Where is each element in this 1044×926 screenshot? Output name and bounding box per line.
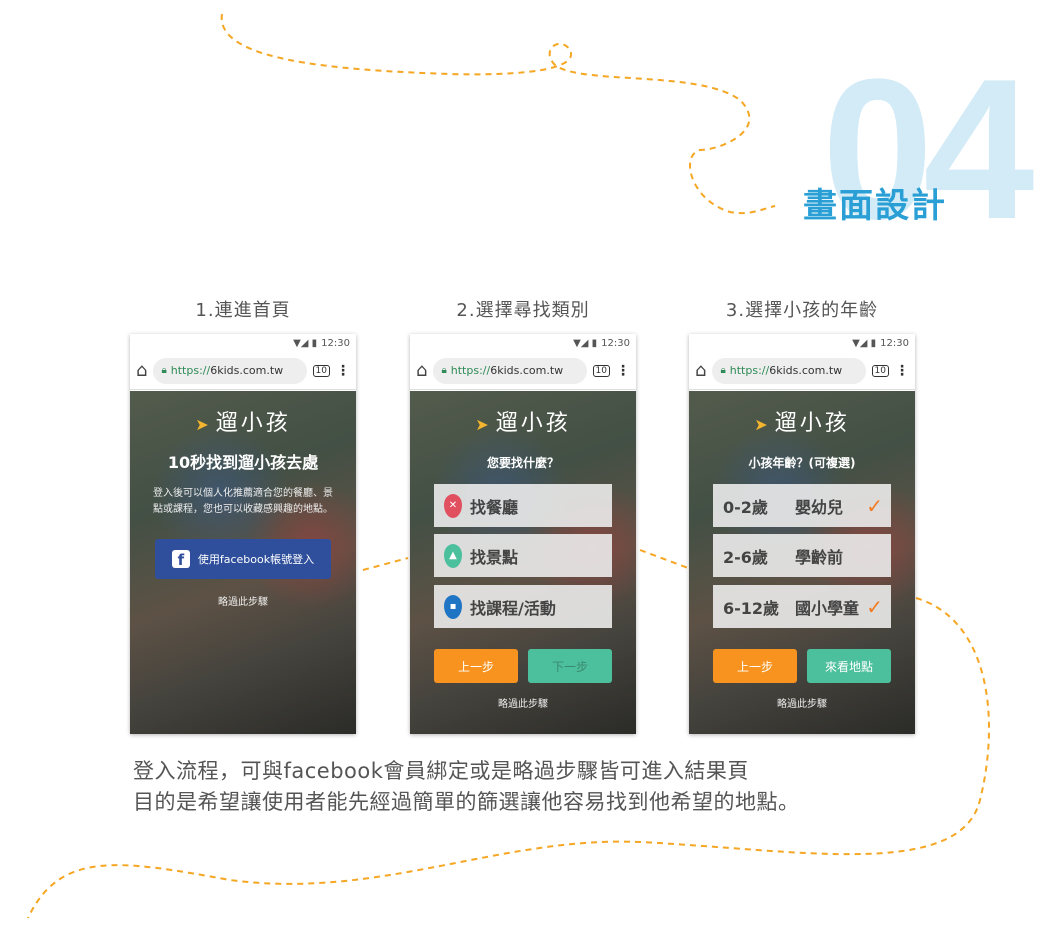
app-content: ➤ 遛小孩 您要找什麼？ ✕ 找餐廳 ▲ 找景點 ▪ 找課程/活動 上一步 下一步 略過… <box>410 391 636 734</box>
url-host: 6kids.com.tw <box>210 364 284 377</box>
clock: 12:30 <box>601 337 630 349</box>
age-option-6-12[interactable]: 6-12歲 國小學童 ✓ <box>713 585 891 628</box>
skip-link[interactable]: 略過此步驟 <box>130 593 356 608</box>
url-field[interactable]: 🔒︎ https://6kids.com.tw <box>712 357 866 384</box>
clock: 12:30 <box>321 337 350 349</box>
url-field[interactable]: 🔒︎ https://6kids.com.tw <box>433 357 587 384</box>
lock-icon: 🔒︎ <box>720 365 726 376</box>
option-restaurant[interactable]: ✕ 找餐廳 <box>434 484 612 527</box>
tab-count-button[interactable]: 10 <box>312 364 330 377</box>
age-range: 2-6歲 <box>723 547 768 567</box>
skip-link[interactable]: 略過此步驟 <box>410 695 636 710</box>
description: 登入後可以個人化推薦適合您的餐廳、景點或課程，您也可以收藏感興趣的地點。 <box>153 488 333 515</box>
scenery-pin-icon: ▲ <box>444 543 462 568</box>
age-label: 國小學童 <box>795 598 860 618</box>
footer-line-1: 登入流程，可與facebook會員綁定或是略過步驟皆可進入結果頁 <box>133 759 749 783</box>
home-icon[interactable]: ⌂ <box>136 360 147 381</box>
option-label: 找景點 <box>470 547 519 567</box>
age-option-2-6[interactable]: 2-6歲 學齡前 <box>713 534 891 577</box>
skip-link[interactable]: 略過此步驟 <box>689 695 915 710</box>
option-label: 找課程/活動 <box>470 598 556 618</box>
app-logo: ➤ 遛小孩 <box>130 405 356 437</box>
check-icon: ✓ <box>866 594 883 619</box>
app-content: ➤ 遛小孩 小孩年齡？(可複選) 0-2歲 嬰幼兒 ✓ 2-6歲 學齡前 6-12歲 國小… <box>689 391 915 734</box>
caption-1: 1.連進首頁 <box>195 300 291 321</box>
status-bar: ▼◢ ▮ 12:30 <box>130 334 356 352</box>
option-scenery[interactable]: ▲ 找景點 <box>434 534 612 577</box>
wifi-icon: ▼◢ ▮ <box>852 337 877 349</box>
status-bar: ▼◢ ▮ 12:30 <box>410 334 636 352</box>
tab-count-button[interactable]: 10 <box>871 364 889 377</box>
phone-screen-age: ▼◢ ▮ 12:30 ⌂ 🔒︎ https://6kids.com.tw 10 ⋮ … <box>689 334 915 734</box>
app-logo: ➤ 遛小孩 <box>410 405 636 437</box>
url-host: 6kids.com.tw <box>490 364 564 377</box>
age-label: 學齡前 <box>795 547 844 567</box>
restaurant-pin-icon: ✕ <box>444 493 462 518</box>
more-menu-icon[interactable]: ⋮ <box>616 363 630 379</box>
app-logo: ➤ 遛小孩 <box>689 405 915 437</box>
fb-button-label: 使用facebook帳號登入 <box>197 553 315 566</box>
more-menu-icon[interactable]: ⋮ <box>336 363 350 379</box>
lock-icon: 🔒︎ <box>441 365 447 376</box>
footer-description: 登入流程，可與facebook會員綁定或是略過步驟皆可進入結果頁 目的是希望讓使… <box>133 756 800 818</box>
tab-count-button[interactable]: 10 <box>592 364 610 377</box>
question: 小孩年齡？(可複選) <box>748 456 856 470</box>
paper-plane-icon: ➤ <box>475 415 492 434</box>
browser-bar: ⌂ 🔒︎ https://6kids.com.tw 10 ⋮ <box>130 352 356 390</box>
url-scheme: https:// <box>729 364 770 377</box>
option-label: 找餐廳 <box>470 497 519 517</box>
url-host: 6kids.com.tw <box>769 364 843 377</box>
status-bar: ▼◢ ▮ 12:30 <box>689 334 915 352</box>
footer-line-2: 目的是希望讓使用者能先經過簡單的篩選讓他容易找到他希望的地點。 <box>133 790 800 814</box>
check-icon: ✓ <box>866 493 883 518</box>
browser-bar: ⌂ 🔒︎ https://6kids.com.tw 10 ⋮ <box>689 352 915 390</box>
prev-button[interactable]: 上一步 <box>434 649 518 683</box>
next-button[interactable]: 下一步 <box>528 649 612 683</box>
facebook-login-button[interactable]: f 使用facebook帳號登入 <box>155 539 331 579</box>
facebook-icon: f <box>171 550 190 568</box>
more-menu-icon[interactable]: ⋮ <box>895 363 909 379</box>
logo-text: 遛小孩 <box>215 411 291 436</box>
view-places-button[interactable]: 來看地點 <box>807 649 891 683</box>
wifi-icon: ▼◢ ▮ <box>573 337 598 349</box>
age-range: 6-12歲 <box>723 598 780 618</box>
lock-icon: 🔒︎ <box>161 365 167 376</box>
wifi-icon: ▼◢ ▮ <box>293 337 318 349</box>
caption-2: 2.選擇尋找類別 <box>456 300 590 321</box>
url-scheme: https:// <box>450 364 491 377</box>
age-option-0-2[interactable]: 0-2歲 嬰幼兒 ✓ <box>713 484 891 527</box>
home-icon[interactable]: ⌂ <box>416 360 427 381</box>
logo-text: 遛小孩 <box>495 411 571 436</box>
section-title: 畫面設計 <box>803 186 947 226</box>
phone-screen-category: ▼◢ ▮ 12:30 ⌂ 🔒︎ https://6kids.com.tw 10 ⋮ … <box>410 334 636 734</box>
age-range: 0-2歲 <box>723 497 768 517</box>
course-pin-icon: ▪ <box>444 594 462 619</box>
caption-3: 3.選擇小孩的年齡 <box>725 300 879 321</box>
app-content: ➤ 遛小孩 10秒找到遛小孩去處 登入後可以個人化推薦適合您的餐廳、景點或課程，您… <box>130 391 356 734</box>
phone-screen-home: ▼◢ ▮ 12:30 ⌂ 🔒︎ https://6kids.com.tw 10 ⋮ … <box>130 334 356 734</box>
logo-text: 遛小孩 <box>774 411 850 436</box>
url-field[interactable]: 🔒︎ https://6kids.com.tw <box>153 357 307 384</box>
headline: 10秒找到遛小孩去處 <box>167 453 319 472</box>
question: 您要找什麼？ <box>486 456 559 470</box>
age-label: 嬰幼兒 <box>795 497 844 517</box>
home-icon[interactable]: ⌂ <box>695 360 706 381</box>
url-scheme: https:// <box>170 364 211 377</box>
browser-bar: ⌂ 🔒︎ https://6kids.com.tw 10 ⋮ <box>410 352 636 390</box>
clock: 12:30 <box>880 337 909 349</box>
paper-plane-icon: ➤ <box>195 415 212 434</box>
option-course[interactable]: ▪ 找課程/活動 <box>434 585 612 628</box>
paper-plane-icon: ➤ <box>754 415 771 434</box>
prev-button[interactable]: 上一步 <box>713 649 797 683</box>
